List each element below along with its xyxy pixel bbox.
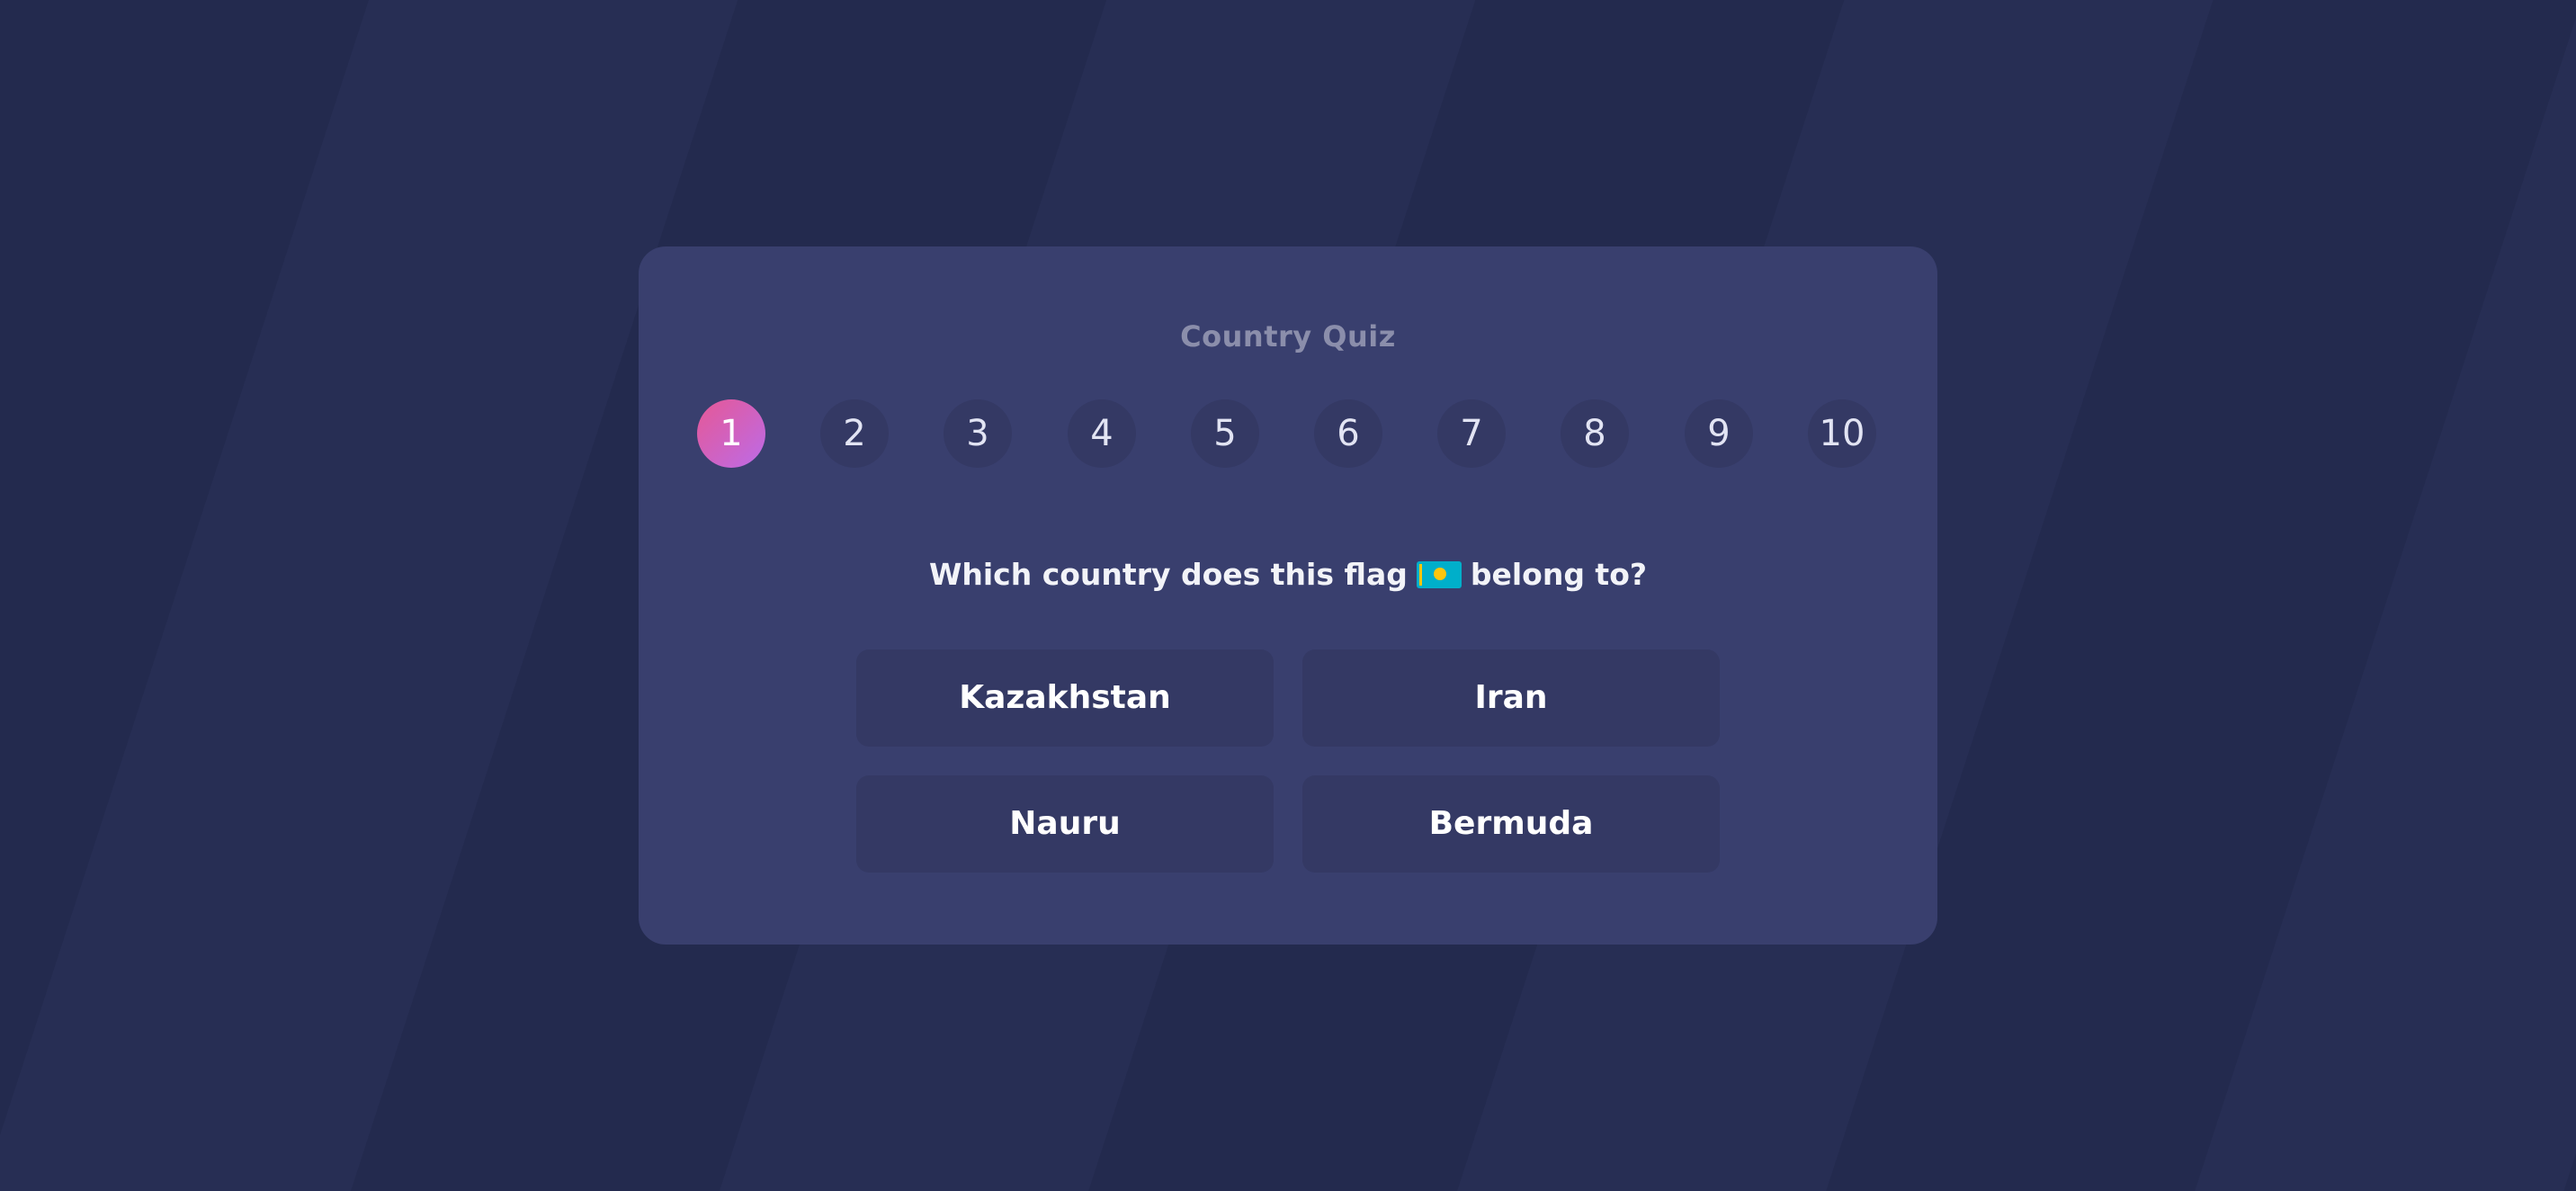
- question-text: Which country does this flag belong to?: [0, 552, 2576, 597]
- step-4[interactable]: 4: [1068, 399, 1136, 468]
- step-1[interactable]: 1: [697, 399, 765, 468]
- answer-button-bermuda[interactable]: Bermuda: [1302, 775, 1720, 873]
- step-10[interactable]: 10: [1808, 399, 1876, 468]
- answer-button-iran[interactable]: Iran: [1302, 649, 1720, 747]
- question-suffix: belong to?: [1470, 557, 1648, 592]
- answer-button-nauru[interactable]: Nauru: [856, 775, 1274, 873]
- step-9[interactable]: 9: [1685, 399, 1753, 468]
- step-5[interactable]: 5: [1191, 399, 1259, 468]
- step-2[interactable]: 2: [820, 399, 889, 468]
- answer-button-kazakhstan[interactable]: Kazakhstan: [856, 649, 1274, 747]
- kazakhstan-flag-icon: [1416, 560, 1462, 588]
- step-7[interactable]: 7: [1437, 399, 1506, 468]
- question-prefix: Which country does this flag: [928, 557, 1408, 592]
- step-6[interactable]: 6: [1314, 399, 1382, 468]
- step-3[interactable]: 3: [944, 399, 1012, 468]
- quiz-title: Country Quiz: [1180, 319, 1396, 354]
- step-8[interactable]: 8: [1561, 399, 1629, 468]
